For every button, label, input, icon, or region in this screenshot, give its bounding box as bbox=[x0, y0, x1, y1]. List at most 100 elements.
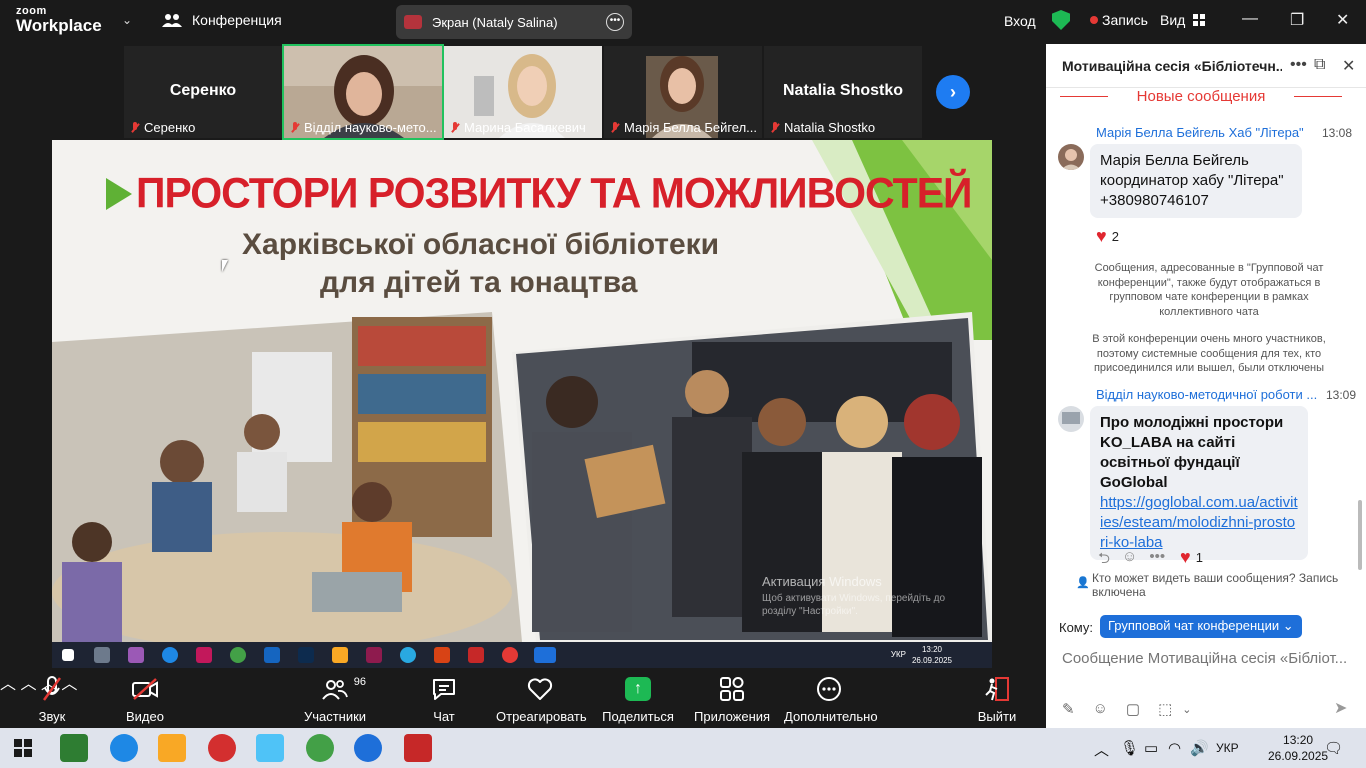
participant-tile[interactable]: Серенко Серенко bbox=[124, 46, 282, 138]
system-clock[interactable]: 13:20 26.09.2025 bbox=[1268, 732, 1328, 764]
apps-button[interactable]: Приложения bbox=[694, 674, 770, 724]
shared-screen: ПРОСТОРИ РОЗВИТКУ ТА МОЖЛИВОСТЕЙ Харківс… bbox=[52, 140, 992, 668]
windows-start-icon[interactable] bbox=[14, 739, 32, 757]
photoshop-icon bbox=[298, 647, 314, 663]
battery-icon[interactable]: ▭ bbox=[1144, 739, 1158, 757]
security-shield-icon[interactable] bbox=[1052, 10, 1070, 30]
windows-activation-hint: Щоб активувати Windows, перейдіть до роз… bbox=[762, 593, 946, 617]
chat-button[interactable]: Чат bbox=[428, 674, 460, 724]
meeting-toolbar: Звук ︿ Видео ︿ 96 Участники ︿ Чат ︿ Отре… bbox=[0, 670, 1046, 728]
keyboard-language[interactable]: УКР bbox=[1216, 741, 1239, 755]
chat-message-input[interactable] bbox=[1062, 646, 1358, 670]
muted-mic-icon bbox=[130, 121, 140, 134]
acrobat-icon bbox=[468, 647, 484, 663]
calculator-icon bbox=[94, 647, 110, 663]
opera-icon[interactable] bbox=[208, 734, 236, 762]
participant-tile[interactable]: Марія Белла Бейгел... bbox=[604, 46, 762, 138]
people-icon bbox=[162, 14, 182, 27]
avatar[interactable] bbox=[1058, 406, 1084, 432]
zoom-logo: zoom Workplace bbox=[16, 6, 102, 35]
more-options-icon[interactable]: ••• bbox=[606, 13, 624, 31]
clock-time: 13:20 bbox=[1283, 733, 1314, 747]
zoom-icon[interactable] bbox=[354, 734, 382, 762]
chevron-down-icon[interactable]: ⌄ bbox=[1182, 703, 1191, 718]
shared-clock: 13:20 26.09.2025 bbox=[911, 645, 952, 665]
emoji-icon[interactable]: ☺ bbox=[1093, 700, 1108, 718]
powerpoint-icon bbox=[434, 647, 450, 663]
view-button[interactable]: Вид bbox=[1160, 12, 1206, 28]
minimize-icon[interactable]: — bbox=[1242, 10, 1258, 28]
muted-mic-icon bbox=[610, 121, 620, 134]
muted-mic-icon bbox=[290, 121, 300, 134]
popout-icon[interactable]: ⧉ bbox=[1314, 56, 1325, 74]
heart-reaction-icon: ♥ bbox=[1180, 547, 1191, 567]
file-explorer-icon[interactable] bbox=[158, 734, 186, 762]
audio-options-caret-icon[interactable]: ︿ bbox=[0, 676, 16, 693]
message-sender[interactable]: Марія Белла Бейгель Хаб "Літера" bbox=[1096, 125, 1306, 140]
slide-subtitle-1: Харківської обласної бібліотеки bbox=[242, 228, 720, 261]
reaction-badge[interactable]: ♥ 2 bbox=[1096, 226, 1119, 247]
message-bubble[interactable]: Про молодіжні простори KO_LABA на сайті … bbox=[1090, 406, 1308, 560]
message-sender[interactable]: Відділ науково-методичної роботи ... bbox=[1096, 387, 1318, 402]
record-label: Запись bbox=[1102, 12, 1148, 28]
app-icon[interactable] bbox=[256, 734, 284, 762]
participant-caption: Natalia Shostko bbox=[770, 120, 875, 135]
volume-icon[interactable]: 🔊 bbox=[1190, 739, 1209, 757]
next-page-arrow-icon[interactable]: › bbox=[936, 75, 970, 109]
participant-tile[interactable]: Natalia Shostko Natalia Shostko bbox=[764, 46, 922, 138]
screen-share-label: Экран (Nataly Salina) bbox=[432, 14, 558, 30]
leave-button[interactable]: Выйти bbox=[976, 674, 1018, 724]
message-link[interactable]: https://goglobal.com.ua/activities/estea… bbox=[1100, 494, 1298, 551]
microphone-icon[interactable]: 🎙 bbox=[1120, 739, 1139, 757]
video-button[interactable]: Видео bbox=[124, 674, 166, 724]
notifications-icon[interactable]: 🗨 bbox=[1324, 739, 1343, 757]
tray-chevron-up-icon[interactable]: ︿ bbox=[1094, 739, 1109, 760]
chevron-down-icon[interactable]: ⌄ bbox=[122, 13, 132, 27]
close-icon[interactable]: ✕ bbox=[1342, 56, 1355, 76]
who-sees-messages-note[interactable]: Кто может видеть ваши сообщения? Запись … bbox=[1092, 571, 1362, 599]
calculator-icon[interactable] bbox=[60, 734, 88, 762]
emoji-react-icon[interactable]: ☺ bbox=[1122, 548, 1137, 573]
share-screen-button[interactable]: ↑ Поделиться bbox=[602, 674, 674, 724]
heart-icon bbox=[527, 678, 553, 700]
chat-icon bbox=[433, 679, 455, 700]
edge-icon[interactable] bbox=[110, 734, 138, 762]
file-icon[interactable]: ▢ bbox=[1126, 700, 1140, 718]
recipient-label: Кому: bbox=[1059, 620, 1093, 635]
participants-button[interactable]: 96 Участники bbox=[302, 674, 368, 724]
chrome-icon bbox=[230, 647, 246, 663]
send-icon[interactable]: ➤ bbox=[1334, 698, 1347, 718]
format-text-icon[interactable]: ✎ bbox=[1062, 700, 1075, 718]
more-options-icon[interactable]: ••• bbox=[1290, 56, 1307, 74]
record-indicator[interactable]: Запись bbox=[1052, 10, 1148, 30]
indesign-icon bbox=[366, 647, 382, 663]
conference-label: Конференция bbox=[192, 12, 282, 28]
participant-tile[interactable]: Марина Басалкевич bbox=[444, 46, 602, 138]
reply-icon[interactable]: ⮌ bbox=[1098, 548, 1110, 573]
close-icon[interactable]: ✕ bbox=[1336, 10, 1349, 30]
message-bubble[interactable]: Марія Белла Бейгель координатор хабу "Лі… bbox=[1090, 144, 1302, 218]
more-options-icon[interactable]: ••• bbox=[1149, 548, 1165, 573]
participant-name-large: Natalia Shostko bbox=[782, 82, 904, 99]
recipient-select[interactable]: Групповой чат конференции ⌄ bbox=[1100, 615, 1302, 638]
logo-line2: Workplace bbox=[16, 16, 102, 35]
reaction-badge[interactable]: ♥ 1 bbox=[1180, 547, 1203, 568]
screenshot-icon[interactable]: ⬚ bbox=[1158, 700, 1172, 718]
more-button[interactable]: Дополнительно bbox=[784, 674, 878, 724]
participant-tile-active[interactable]: Відділ науково-мето... bbox=[282, 44, 444, 140]
login-link[interactable]: Вход bbox=[1004, 13, 1036, 29]
participant-caption: Відділ науково-мето... bbox=[290, 120, 437, 135]
screen-share-indicator[interactable]: Экран (Nataly Salina) ••• bbox=[396, 5, 632, 39]
system-message: В этой конференции очень много участнико… bbox=[1092, 333, 1326, 374]
conference-button[interactable]: Конференция bbox=[162, 12, 282, 28]
acrobat-icon[interactable] bbox=[404, 734, 432, 762]
participants-icon bbox=[322, 680, 348, 700]
wifi-icon[interactable]: ◠ bbox=[1168, 739, 1181, 757]
audio-button[interactable]: Звук bbox=[34, 674, 70, 724]
clock-date: 26.09.2025 bbox=[1268, 749, 1329, 763]
chrome-icon[interactable] bbox=[306, 734, 334, 762]
maximize-icon[interactable]: ❐ bbox=[1290, 10, 1304, 30]
avatar[interactable] bbox=[1058, 144, 1084, 170]
chat-scrollbar[interactable] bbox=[1358, 500, 1362, 570]
react-button[interactable]: Отреагировать bbox=[496, 674, 587, 724]
